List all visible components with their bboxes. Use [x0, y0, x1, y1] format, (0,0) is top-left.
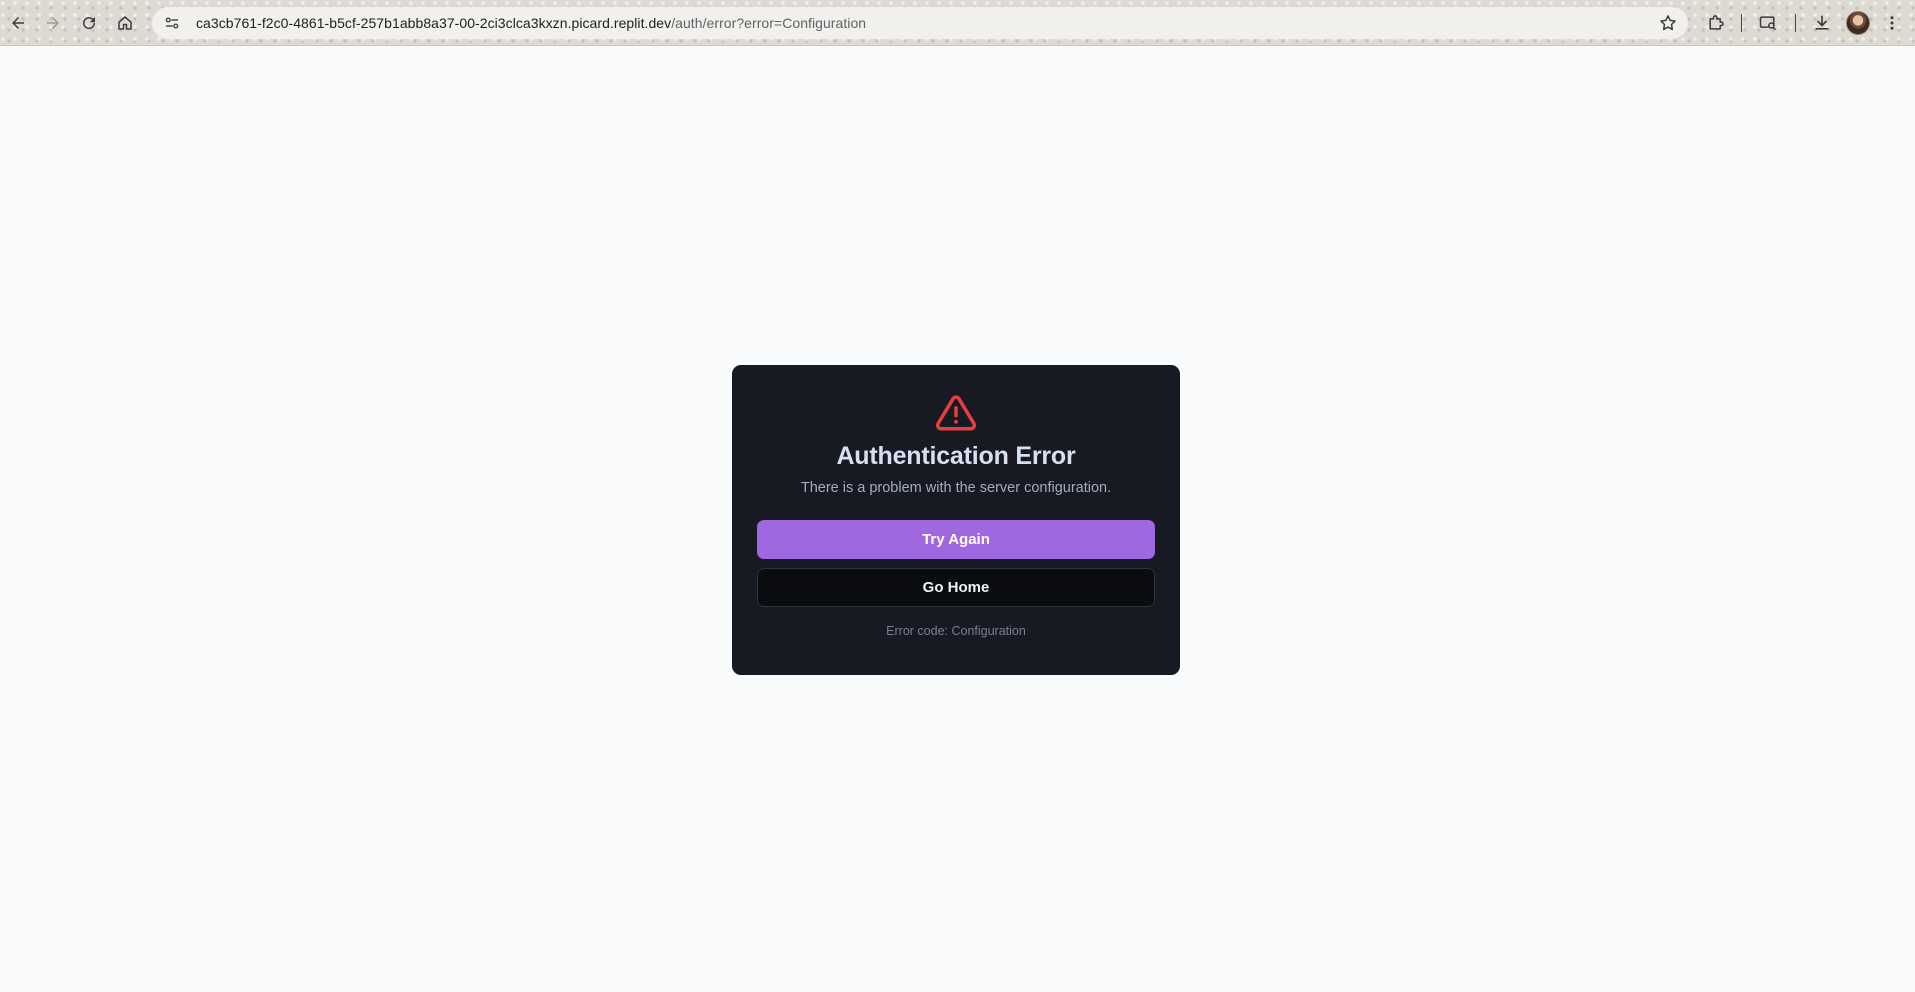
site-settings-icon	[165, 17, 179, 29]
more-vertical-icon	[1890, 16, 1894, 30]
go-home-button[interactable]: Go Home	[757, 568, 1155, 607]
star-icon[interactable]	[1658, 13, 1678, 33]
error-description: There is a problem with the server confi…	[800, 480, 1112, 496]
browser-toolbar: ca3cb761-f2c0-4861-b5cf-257b1abb8a37-00-…	[0, 0, 1915, 46]
back-arrow-icon	[12, 17, 24, 29]
browser-menu-button[interactable]	[1880, 9, 1904, 37]
extensions-button[interactable]	[1702, 9, 1730, 37]
puzzle-icon	[1709, 15, 1724, 30]
warning-triangle-icon	[935, 395, 977, 431]
avatar[interactable]	[1846, 11, 1870, 35]
reload-button[interactable]	[75, 9, 103, 37]
url-text[interactable]: ca3cb761-f2c0-4861-b5cf-257b1abb8a37-00-…	[196, 15, 866, 31]
site-settings-button[interactable]	[156, 7, 188, 39]
home-icon	[118, 16, 132, 30]
toolbar-separator	[1741, 14, 1742, 32]
toolbar-separator	[1795, 14, 1796, 32]
back-button[interactable]	[4, 9, 32, 37]
forward-arrow-icon	[47, 17, 59, 29]
downloads-button[interactable]	[1808, 9, 1836, 37]
download-icon	[1815, 15, 1829, 30]
page-title: Authentication Error	[836, 442, 1076, 470]
error-card: Authentication Error There is a problem …	[732, 365, 1180, 675]
error-code-text: Error code: Configuration	[886, 624, 1026, 638]
home-button[interactable]	[111, 9, 139, 37]
url-path: /auth/error?error=Configuration	[671, 15, 867, 31]
reload-icon	[83, 17, 96, 30]
cast-button[interactable]	[1754, 9, 1782, 37]
page-content: Authentication Error There is a problem …	[0, 47, 1915, 992]
url-host: ca3cb761-f2c0-4861-b5cf-257b1abb8a37-00-…	[196, 15, 672, 31]
forward-button[interactable]	[39, 9, 67, 37]
cast-search-icon	[1759, 16, 1777, 31]
try-again-button[interactable]: Try Again	[757, 520, 1155, 559]
address-bar[interactable]: ca3cb761-f2c0-4861-b5cf-257b1abb8a37-00-…	[152, 7, 1688, 39]
